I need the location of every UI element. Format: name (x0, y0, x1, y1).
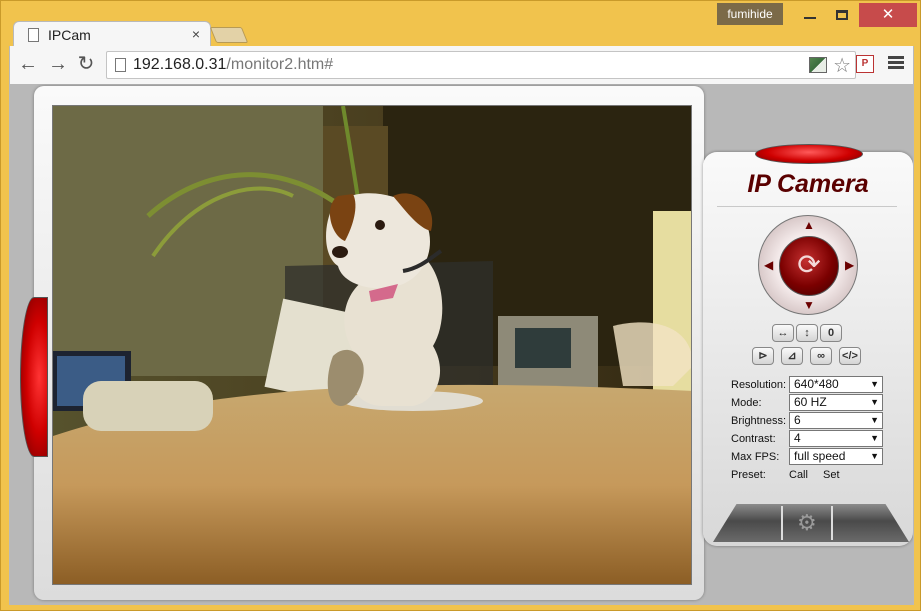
mirror-icon: ⊿ (787, 350, 797, 362)
horizontal-patrol-icon: ↔ (777, 327, 789, 339)
panel-divider (717, 206, 897, 207)
reload-button[interactable]: ↻ (74, 53, 98, 77)
bookmark-star-icon[interactable]: ☆ (833, 53, 851, 78)
camera-settings: Resolution: 640*480 ▼ Mode: 60 HZ ▼ Bright… (731, 376, 891, 484)
back-button[interactable]: ← (16, 53, 40, 77)
back-arrow-icon: ← (18, 53, 38, 75)
footer-divider (781, 506, 783, 540)
address-bar[interactable]: 192.168.0.31/monitor2.htm# ☆ (106, 51, 856, 79)
flip-icon: ⊳ (758, 350, 768, 362)
contrast-label: Contrast: (731, 433, 776, 445)
url-text: 192.168.0.31/monitor2.htm# (133, 56, 333, 74)
image-extension-icon[interactable] (809, 57, 827, 73)
close-window-button[interactable]: ✕ (859, 3, 917, 27)
minimize-button[interactable] (793, 3, 827, 27)
page-content: IP Camera ▲ ▼ ◀ ▶ ⟳ ↔ ↕ 0 ⊳ ⊿ ∞ </> Reso… (9, 84, 914, 605)
maximize-button[interactable] (827, 3, 857, 27)
pdf-extension-icon[interactable]: P (856, 55, 874, 73)
camera-video[interactable] (52, 105, 692, 585)
camera-image (53, 106, 691, 584)
browser-window: fumihide ✕ IPCam × ← → ↻ 192.168.0.31/mo… (0, 0, 921, 611)
setting-row-max-fps: Max FPS: full speed ▼ (731, 448, 891, 466)
url-host: 192.168.0.31 (133, 56, 227, 73)
ptz-center-button[interactable]: ⟳ (779, 236, 839, 296)
pan-down-icon[interactable]: ▼ (803, 298, 815, 312)
page-icon (115, 58, 126, 72)
minimize-icon (804, 17, 816, 19)
contrast-select[interactable]: 4 ▼ (789, 430, 883, 447)
vertical-patrol-button[interactable]: ↕ (796, 324, 818, 342)
side-wing-decoration (20, 297, 48, 457)
resolution-select[interactable]: 640*480 ▼ (789, 376, 883, 393)
maximize-icon (836, 10, 848, 20)
tab-close-icon[interactable]: × (192, 26, 200, 42)
panel-indicator-light (755, 144, 863, 164)
flip-button[interactable]: ⊳ (752, 347, 774, 365)
dropdown-arrow-icon: ▼ (870, 397, 879, 407)
setting-row-resolution: Resolution: 640*480 ▼ (731, 376, 891, 394)
setting-row-mode: Mode: 60 HZ ▼ (731, 394, 891, 412)
pan-up-icon[interactable]: ▲ (803, 218, 815, 232)
close-icon: ✕ (881, 6, 895, 23)
panel-footer: ⚙ (713, 504, 909, 542)
preset-set-link[interactable]: Set (823, 469, 840, 481)
brightness-label: Brightness: (731, 415, 787, 427)
preset-call-link[interactable]: Call (789, 469, 808, 481)
loop-icon: ∞ (817, 350, 825, 362)
code-button[interactable]: </> (839, 347, 861, 365)
tab-ipcam[interactable]: IPCam × (13, 21, 211, 47)
mode-select[interactable]: 60 HZ ▼ (789, 394, 883, 411)
footer-divider (831, 506, 833, 540)
mirror-button[interactable]: ⊿ (781, 347, 803, 365)
ptz-control[interactable]: ▲ ▼ ◀ ▶ ⟳ (758, 215, 858, 315)
preset-label: Preset: (731, 469, 766, 481)
loop-button[interactable]: ∞ (810, 347, 832, 365)
dropdown-arrow-icon: ▼ (870, 451, 879, 461)
dropdown-arrow-icon: ▼ (870, 379, 879, 389)
pan-right-icon[interactable]: ▶ (845, 258, 854, 272)
user-badge[interactable]: fumihide (717, 3, 783, 25)
dropdown-arrow-icon: ▼ (870, 433, 879, 443)
camera-control-panel: IP Camera ▲ ▼ ◀ ▶ ⟳ ↔ ↕ 0 ⊳ ⊿ ∞ </> Reso… (703, 144, 913, 546)
brightness-select[interactable]: 6 ▼ (789, 412, 883, 429)
forward-arrow-icon: → (48, 53, 68, 75)
pan-left-icon[interactable]: ◀ (764, 258, 773, 272)
max-fps-label: Max FPS: (731, 451, 780, 463)
refresh-icon: ⟳ (797, 249, 821, 280)
max-fps-select[interactable]: full speed ▼ (789, 448, 883, 465)
vertical-patrol-icon: ↕ (804, 327, 810, 339)
settings-gear-icon[interactable]: ⚙ (797, 510, 817, 536)
setting-row-contrast: Contrast: 4 ▼ (731, 430, 891, 448)
horizontal-patrol-button[interactable]: ↔ (772, 324, 794, 342)
preset-row: Preset: Call Set (731, 466, 891, 484)
page-icon (28, 28, 39, 42)
tab-title: IPCam (48, 27, 91, 43)
mode-label: Mode: (731, 397, 762, 409)
zero-label: 0 (827, 327, 835, 339)
new-tab-button[interactable] (209, 27, 249, 43)
dropdown-arrow-icon: ▼ (870, 415, 879, 425)
browser-toolbar: ← → ↻ 192.168.0.31/monitor2.htm# ☆ P (9, 46, 914, 84)
zero-button[interactable]: 0 (820, 324, 842, 342)
setting-row-brightness: Brightness: 6 ▼ (731, 412, 891, 430)
reload-icon: ↻ (77, 53, 95, 75)
forward-button[interactable]: → (46, 53, 70, 77)
url-path: /monitor2.htm# (226, 56, 334, 73)
menu-icon[interactable] (888, 54, 904, 70)
panel-title: IP Camera (747, 170, 869, 198)
resolution-label: Resolution: (731, 379, 787, 391)
code-icon: </> (842, 350, 858, 362)
